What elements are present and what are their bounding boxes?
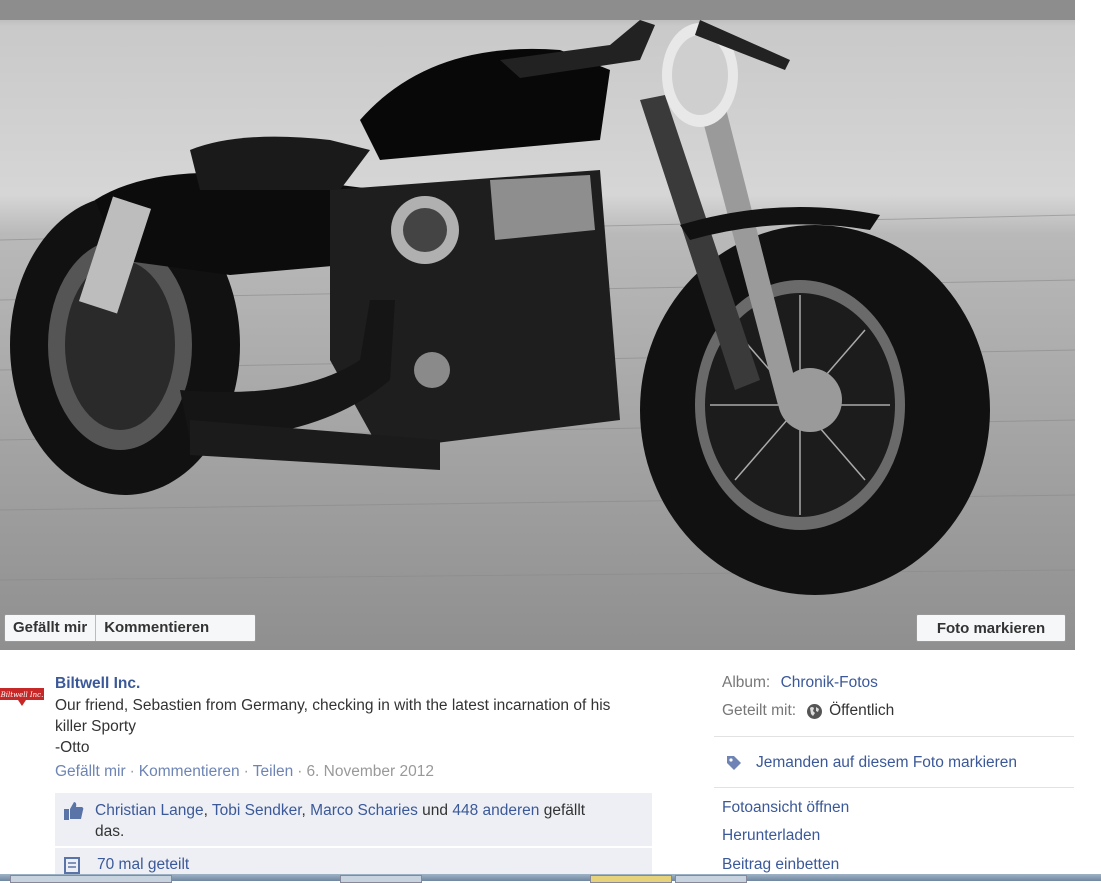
caption-line: killer Sporty [55,718,136,735]
taskbar-item[interactable] [10,875,172,883]
others-link[interactable]: 448 anderen [452,802,539,819]
separator-dot: · [297,763,303,780]
caption-line: -Otto [55,739,90,756]
logo-text: Biltwell Inc. [0,691,43,699]
thumbs-up-icon [64,802,84,820]
biltwell-logo[interactable]: Biltwell Inc. [0,684,44,708]
post-actions: Gefällt mir · Kommentieren · Teilen · 6. Novem… [55,763,434,781]
photo-like-button[interactable]: Gefällt mir [5,615,95,641]
post-caption: Our friend, Sebastien from Germany, chec… [55,695,675,758]
likes-box: Christian Lange, Tobi Sendker, Marco Sch… [55,793,652,846]
motorcycle-photo[interactable] [0,0,1075,650]
photo-action-group: Gefällt mir Kommentieren [4,614,256,642]
download-link[interactable]: Herunterladen [722,827,820,845]
tag-someone-row[interactable]: Jemanden auf diesem Foto markieren [722,754,1017,772]
likes-tail: gefällt [539,802,586,819]
shares-link[interactable]: 70 mal geteilt [97,856,189,874]
privacy-value[interactable]: Öffentlich [829,702,894,720]
liker-link[interactable]: Christian Lange [95,802,204,819]
page-margin [1075,0,1101,881]
separator-dot: · [129,763,135,780]
album-label: Album: [722,674,771,691]
embed-post-link[interactable]: Beitrag einbetten [722,856,839,874]
os-taskbar[interactable] [0,874,1101,883]
privacy-row: Geteilt mit: Öffentlich [722,702,894,720]
taskbar-item[interactable] [340,875,422,883]
tag-someone-link[interactable]: Jemanden auf diesem Foto markieren [756,754,1017,772]
like-link[interactable]: Gefällt mir [55,763,126,780]
motorcycle-image [0,0,1075,595]
tag-photo-label: Foto markieren [936,619,1046,637]
liker-link[interactable]: Marco Scharies [310,802,418,819]
divider [714,787,1074,788]
likes-text: Christian Lange, Tobi Sendker, Marco Sch… [95,802,586,840]
photo-comment-button[interactable]: Kommentieren [96,615,217,641]
share-icon [64,857,80,874]
share-link[interactable]: Teilen [253,763,294,780]
post-author[interactable]: Biltwell Inc. [55,675,140,693]
caption-line: Our friend, Sebastien from Germany, chec… [55,697,611,714]
separator-dot: · [243,763,249,780]
taskbar-item[interactable] [590,875,672,883]
shared-with-label: Geteilt mit: [722,702,797,719]
likes-conjunction: und [417,802,453,819]
album-link[interactable]: Chronik-Fotos [781,674,878,691]
liker-link[interactable]: Tobi Sendker [212,802,302,819]
comment-link[interactable]: Kommentieren [139,763,240,780]
open-photo-view-link[interactable]: Fotoansicht öffnen [722,799,849,817]
divider [714,736,1074,737]
tag-icon [727,756,741,770]
tag-photo-button[interactable]: Foto markieren [916,614,1066,642]
post-date[interactable]: 6. November 2012 [306,763,434,780]
album-row: Album: Chronik-Fotos [722,674,878,692]
globe-icon[interactable] [806,703,823,720]
taskbar-item[interactable] [675,875,747,883]
likes-tail-2: das. [95,823,125,840]
